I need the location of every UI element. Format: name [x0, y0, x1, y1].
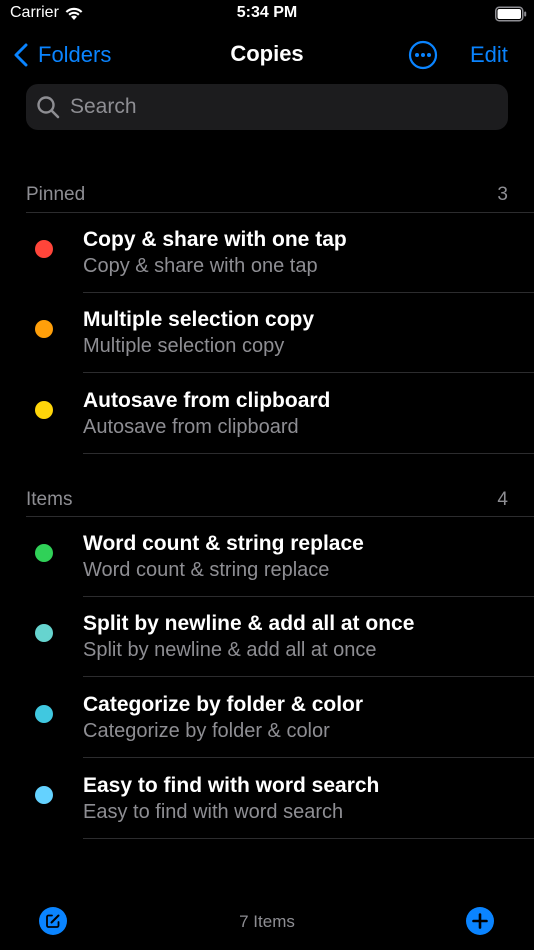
color-dot — [35, 544, 53, 562]
item-subtitle: Word count & string replace — [83, 559, 330, 581]
color-dot — [35, 401, 53, 419]
item-title: Autosave from clipboard — [83, 389, 331, 412]
status-time: 5:34 PM — [236, 4, 298, 21]
bottom-toolbar: 7 Items — [0, 895, 534, 950]
battery-icon — [495, 6, 527, 22]
section-title: Items — [26, 489, 73, 510]
list-item[interactable]: Split by newline & add all at once Split… — [0, 597, 534, 677]
list-item[interactable]: Easy to find with word search Easy to fi… — [0, 759, 534, 839]
item-subtitle: Split by newline & add all at once — [83, 639, 377, 661]
status-bar: Carrier 5:34 PM — [0, 0, 534, 30]
list-item[interactable]: Autosave from clipboard Autosave from cl… — [0, 374, 534, 454]
color-dot — [35, 705, 53, 723]
item-title: Split by newline & add all at once — [83, 612, 415, 635]
section-count: 4 — [497, 489, 508, 510]
list-item[interactable]: Categorize by folder & color Categorize … — [0, 678, 534, 758]
plus-circle-icon[interactable] — [466, 907, 494, 935]
ellipsis-circle-icon[interactable] — [408, 40, 438, 70]
section-header-pinned: Pinned 3 — [26, 184, 508, 210]
chevron-left-icon — [14, 43, 28, 67]
compose-icon[interactable] — [39, 907, 67, 935]
color-dot — [35, 240, 53, 258]
item-subtitle: Multiple selection copy — [83, 335, 285, 357]
back-button-label: Folders — [38, 42, 112, 67]
item-subtitle: Categorize by folder & color — [83, 720, 330, 742]
search-bar[interactable] — [26, 84, 508, 130]
back-button[interactable]: Folders — [14, 38, 111, 72]
search-input[interactable] — [68, 94, 492, 120]
color-dot — [35, 320, 53, 338]
section-header-items: Items 4 — [26, 489, 508, 515]
row-divider — [83, 453, 534, 454]
list-item[interactable]: Copy & share with one tap Copy & share w… — [0, 213, 534, 293]
navigation-bar: Folders Copies Edit — [0, 30, 534, 80]
item-title: Categorize by folder & color — [83, 693, 364, 716]
row-divider — [83, 372, 534, 373]
list-item[interactable]: Word count & string replace Word count &… — [0, 517, 534, 597]
search-icon — [37, 96, 60, 119]
color-dot — [35, 786, 53, 804]
item-count-label: 7 Items — [239, 912, 295, 931]
item-subtitle: Copy & share with one tap — [83, 255, 318, 277]
item-subtitle: Autosave from clipboard — [83, 416, 299, 438]
item-title: Copy & share with one tap — [83, 228, 347, 251]
item-subtitle: Easy to find with word search — [83, 801, 344, 823]
list-item[interactable]: Multiple selection copy Multiple selecti… — [0, 293, 534, 373]
item-title: Word count & string replace — [83, 532, 364, 555]
row-divider — [83, 757, 534, 758]
item-title: Multiple selection copy — [83, 308, 315, 331]
row-divider — [83, 676, 534, 677]
row-divider — [83, 838, 534, 839]
section-count: 3 — [497, 184, 508, 205]
edit-button[interactable]: Edit — [470, 42, 508, 68]
color-dot — [35, 624, 53, 642]
section-title: Pinned — [26, 184, 86, 205]
item-title: Easy to find with word search — [83, 774, 380, 797]
